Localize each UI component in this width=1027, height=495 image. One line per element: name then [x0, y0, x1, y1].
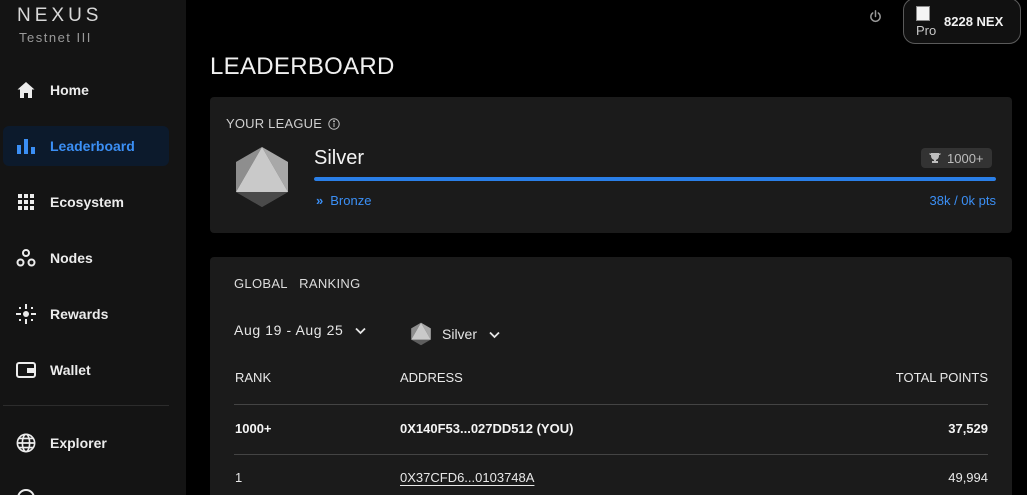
brand-name: NEXUS	[17, 5, 103, 26]
sidebar-item-explorer[interactable]: Explorer	[3, 423, 169, 463]
power-icon	[869, 10, 882, 28]
league-progress-fill	[314, 177, 996, 181]
bar-chart-icon	[16, 136, 36, 156]
points-progress: 38k / 0k pts	[929, 193, 996, 208]
column-header-total-points[interactable]: TOTAL POINTS	[896, 370, 988, 385]
grid-icon	[16, 192, 36, 212]
sidebar-item-leaderboard[interactable]: Leaderboard	[3, 126, 169, 166]
row-points: 49,994	[948, 470, 988, 485]
sidebar-item-wallet[interactable]: Wallet	[3, 350, 169, 390]
week-filter-dropdown[interactable]: Aug 19 - Aug 25	[234, 322, 367, 338]
sparkle-icon	[16, 304, 36, 324]
partial-icon	[16, 488, 36, 495]
row-rank: 1000+	[235, 421, 272, 436]
league-progress-bar	[314, 177, 996, 181]
avatar-alt-text: Pro	[916, 23, 937, 38]
row-address-link[interactable]: 0X37CFD6...0103748A	[400, 470, 534, 485]
row-points: 37,529	[948, 421, 988, 436]
row-rank: 1	[235, 470, 243, 485]
nodes-icon	[16, 248, 36, 268]
league-card: YOUR LEAGUE Silver 1000+ » Bronze 38k / …	[210, 97, 1012, 233]
sidebar-item-ecosystem[interactable]: Ecosystem	[3, 182, 169, 222]
silver-league-icon	[411, 322, 431, 346]
ranking-title: GLOBAL RANKING	[234, 276, 361, 291]
home-icon	[16, 80, 36, 100]
table-divider	[234, 404, 988, 405]
token-balance: 8228 NEX	[944, 13, 1004, 29]
sidebar-divider	[3, 405, 169, 406]
app-root: NEXUS Testnet III Home Leaderboard Ecosy…	[0, 0, 1027, 495]
sidebar-item-home[interactable]: Home	[3, 70, 169, 110]
sidebar-item-more[interactable]	[3, 478, 169, 495]
sidebar-item-nodes[interactable]: Nodes	[3, 238, 169, 278]
table-divider	[234, 454, 988, 455]
sidebar-item-label: Explorer	[50, 435, 107, 451]
brand: NEXUS Testnet III	[17, 5, 102, 45]
league-label-text: YOUR LEAGUE	[226, 116, 323, 131]
week-filter-value: Aug 19 - Aug 25	[234, 322, 344, 338]
rank-badge: 1000+	[921, 148, 992, 168]
sidebar-item-label: Home	[50, 82, 89, 98]
trophy-icon	[929, 153, 941, 163]
column-header-address[interactable]: ADDRESS	[400, 370, 463, 385]
brand-subtitle: Testnet III	[19, 30, 92, 45]
chevron-down-icon	[489, 326, 500, 342]
double-chevron-icon: »	[316, 193, 323, 208]
row-address: 0X140F53...027DD512 (YOU)	[400, 421, 574, 436]
sidebar-item-label: Rewards	[50, 306, 109, 322]
league-filter-dropdown[interactable]: Silver	[410, 322, 500, 346]
globe-icon	[16, 433, 36, 453]
rank-badge-text: 1000+	[947, 150, 984, 166]
silver-league-icon	[234, 145, 290, 209]
sidebar-item-label: Leaderboard	[50, 138, 135, 154]
sidebar-item-rewards[interactable]: Rewards	[3, 294, 169, 334]
sidebar: NEXUS Testnet III Home Leaderboard Ecosy…	[0, 0, 186, 495]
sidebar-item-label: Ecosystem	[50, 194, 124, 210]
info-icon[interactable]	[328, 117, 340, 130]
chevron-down-icon	[355, 322, 367, 338]
previous-league-link[interactable]: » Bronze	[316, 193, 371, 208]
broken-image-icon	[916, 6, 930, 21]
league-name: Silver	[314, 147, 365, 169]
column-header-rank[interactable]: RANK	[235, 370, 271, 385]
wallet-icon	[16, 360, 36, 380]
global-ranking-card: GLOBAL RANKING Aug 19 - Aug 25 Silver RA…	[210, 257, 1012, 495]
league-filter-value: Silver	[442, 326, 478, 342]
power-button[interactable]	[865, 9, 885, 29]
sidebar-item-label: Wallet	[50, 362, 91, 378]
page-title: LEADERBOARD	[210, 53, 395, 80]
previous-league-label: Bronze	[330, 193, 372, 208]
league-label: YOUR LEAGUE	[226, 116, 340, 131]
profile-button[interactable]: Pro 8228 NEX	[903, 0, 1021, 44]
sidebar-item-label: Nodes	[50, 250, 93, 266]
avatar: Pro	[916, 4, 940, 38]
